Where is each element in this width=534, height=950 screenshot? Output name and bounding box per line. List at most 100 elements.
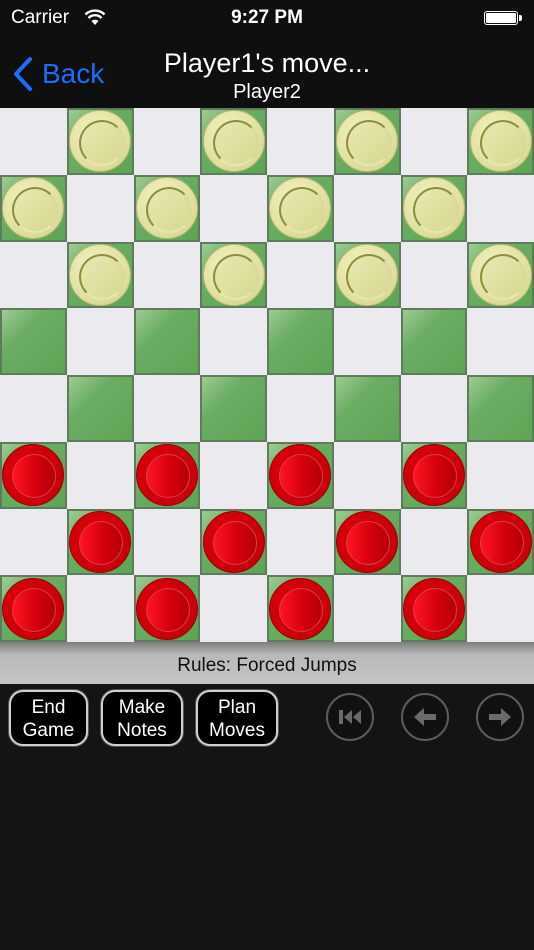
- cream-checker-piece[interactable]: [2, 177, 65, 240]
- board-square-r3-c0[interactable]: [0, 308, 67, 375]
- red-checker-piece[interactable]: [202, 510, 265, 573]
- board-square-r5-c2[interactable]: [133, 441, 201, 509]
- arrow-left-icon: [414, 708, 436, 726]
- next-move-button[interactable]: [476, 693, 524, 741]
- board-square-r2-c1[interactable]: [66, 241, 134, 309]
- board-square-r3-c7: [467, 308, 534, 375]
- board-square-r1-c1: [66, 174, 134, 242]
- board-square-r5-c3: [200, 441, 267, 509]
- red-checker-piece[interactable]: [336, 510, 399, 573]
- board-square-r2-c0: [0, 241, 67, 309]
- board-square-r0-c1[interactable]: [66, 108, 134, 175]
- cream-checker-piece[interactable]: [269, 177, 332, 240]
- board-square-r5-c7: [467, 441, 534, 509]
- board-square-r1-c6[interactable]: [400, 174, 468, 242]
- board-square-r7-c4[interactable]: [267, 575, 334, 642]
- plan-moves-button[interactable]: Plan Moves: [196, 690, 278, 746]
- board-square-r0-c5[interactable]: [333, 108, 401, 175]
- red-checker-piece[interactable]: [402, 577, 465, 640]
- board-square-r6-c5[interactable]: [333, 508, 401, 576]
- board-square-r6-c6: [400, 508, 468, 576]
- cream-checker-piece[interactable]: [202, 110, 265, 173]
- checkers-board[interactable]: [0, 108, 534, 642]
- cream-checker-piece[interactable]: [202, 243, 265, 306]
- page-title: Player1's move...: [163, 48, 371, 78]
- board-square-r0-c2: [133, 108, 201, 175]
- board-square-r5-c4[interactable]: [267, 441, 334, 509]
- board-square-r5-c6[interactable]: [400, 441, 468, 509]
- navigation-bar: Back Player1's move... Player2: [0, 40, 534, 108]
- red-checker-piece[interactable]: [269, 444, 332, 507]
- board-square-r6-c1[interactable]: [66, 508, 134, 576]
- board-square-r1-c3: [200, 174, 267, 242]
- board-square-r6-c2: [133, 508, 201, 576]
- board-square-r4-c1[interactable]: [66, 375, 134, 442]
- board-square-r6-c3[interactable]: [200, 508, 267, 576]
- board-square-r4-c5[interactable]: [333, 375, 401, 442]
- end-game-button[interactable]: End Game: [9, 690, 88, 746]
- board-square-r1-c7: [467, 174, 534, 242]
- rules-bar: Rules: Forced Jumps: [0, 642, 534, 684]
- board-square-r1-c0[interactable]: [0, 174, 67, 242]
- board-square-r0-c4: [267, 108, 334, 175]
- board-square-r0-c7[interactable]: [467, 108, 534, 175]
- cream-checker-piece[interactable]: [469, 243, 532, 306]
- board-square-r1-c4[interactable]: [267, 174, 334, 242]
- rewind-to-start-button[interactable]: [326, 693, 374, 741]
- board-square-r7-c2[interactable]: [133, 575, 201, 642]
- board-square-r5-c1: [66, 441, 134, 509]
- cream-checker-piece[interactable]: [469, 110, 532, 173]
- board-square-r2-c5[interactable]: [333, 241, 401, 309]
- red-checker-piece[interactable]: [402, 444, 465, 507]
- board-square-r6-c7[interactable]: [467, 508, 534, 576]
- cream-checker-piece[interactable]: [69, 243, 132, 306]
- rewind-to-start-icon: [339, 710, 361, 724]
- board-square-r2-c3[interactable]: [200, 241, 267, 309]
- red-checker-piece[interactable]: [135, 577, 198, 640]
- board-square-r6-c4: [267, 508, 334, 576]
- board-square-r4-c7[interactable]: [467, 375, 534, 442]
- red-checker-piece[interactable]: [69, 510, 132, 573]
- make-notes-label-line1: Make: [118, 697, 166, 718]
- board-square-r4-c3[interactable]: [200, 375, 267, 442]
- board-square-r7-c3: [200, 575, 267, 642]
- end-game-label-line2: Game: [22, 720, 75, 741]
- bottom-toolbar: End Game Make Notes Plan Moves: [0, 684, 534, 950]
- rules-label: Rules: Forced Jumps: [177, 655, 357, 676]
- red-checker-piece[interactable]: [269, 577, 332, 640]
- board-square-r7-c0[interactable]: [0, 575, 67, 642]
- board-square-r2-c7[interactable]: [467, 241, 534, 309]
- make-notes-button[interactable]: Make Notes: [101, 690, 183, 746]
- red-checker-piece[interactable]: [2, 444, 65, 507]
- board-square-r7-c6[interactable]: [400, 575, 468, 642]
- board-square-r4-c4: [267, 375, 334, 442]
- board-square-r3-c6[interactable]: [400, 308, 468, 375]
- previous-move-button[interactable]: [401, 693, 449, 741]
- clock: 9:27 PM: [231, 7, 303, 28]
- board-square-r5-c5: [333, 441, 401, 509]
- board-square-r1-c2[interactable]: [133, 174, 201, 242]
- battery-icon: [484, 11, 518, 25]
- cream-checker-piece[interactable]: [336, 243, 399, 306]
- battery-tip: [519, 15, 522, 21]
- board-square-r3-c4[interactable]: [267, 308, 334, 375]
- cream-checker-piece[interactable]: [336, 110, 399, 173]
- cream-checker-piece[interactable]: [402, 177, 465, 240]
- board-square-r7-c1: [66, 575, 134, 642]
- red-checker-piece[interactable]: [469, 510, 532, 573]
- cream-checker-piece[interactable]: [135, 177, 198, 240]
- board-square-r0-c6: [400, 108, 468, 175]
- red-checker-piece[interactable]: [135, 444, 198, 507]
- cream-checker-piece[interactable]: [69, 110, 132, 173]
- board-square-r3-c3: [200, 308, 267, 375]
- board-square-r5-c0[interactable]: [0, 441, 67, 509]
- board-square-r0-c3[interactable]: [200, 108, 267, 175]
- board-square-r3-c2[interactable]: [133, 308, 201, 375]
- opponent-name: Player2: [233, 81, 301, 103]
- board-square-r7-c7: [467, 575, 534, 642]
- arrow-right-icon: [489, 708, 511, 726]
- plan-moves-label-line1: Plan: [217, 697, 257, 718]
- red-checker-piece[interactable]: [2, 577, 65, 640]
- end-game-label-line1: End: [31, 697, 66, 718]
- board-square-r0-c0: [0, 108, 67, 175]
